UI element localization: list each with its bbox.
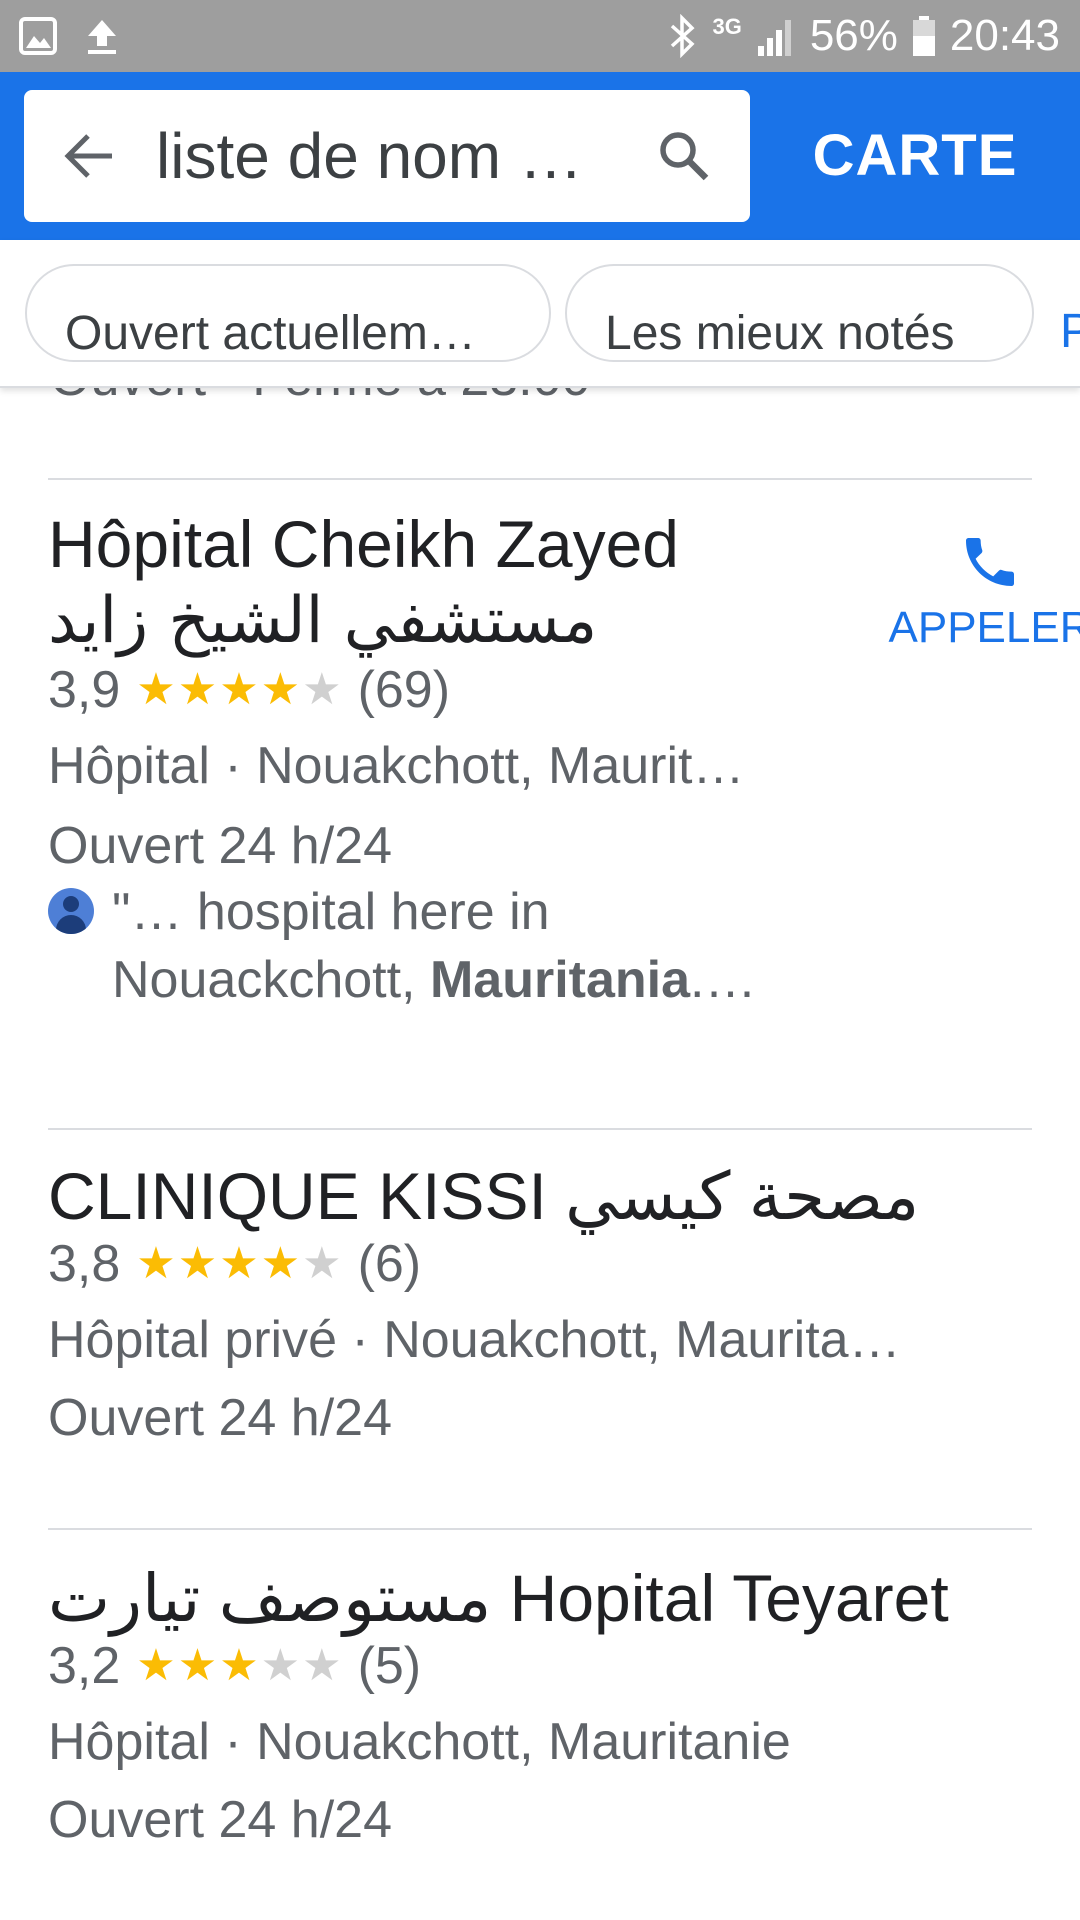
result-item[interactable]: مستوصف تيارت Hopital Teyaret 3,2 ★ ★ ★ ★ ★ (… bbox=[0, 1530, 1080, 1850]
result-details: Hôpital · Nouakchott, Mauritanie bbox=[48, 1713, 791, 1771]
filter-chip-top-rated[interactable]: Les mieux notés bbox=[565, 264, 1034, 362]
search-box[interactable]: liste de nom … bbox=[24, 90, 750, 222]
result-title-arabic: مستشفي الشيخ زايد bbox=[48, 584, 598, 658]
star-filled-icon: ★ bbox=[219, 665, 259, 714]
star-filled-icon: ★ bbox=[260, 665, 301, 714]
result-rating: 3,9 ★ ★ ★ ★ ★ (69) bbox=[48, 660, 450, 720]
search-query[interactable]: liste de nom … bbox=[156, 90, 636, 222]
bluetooth-icon bbox=[671, 14, 695, 58]
call-button[interactable]: APPELER bbox=[880, 530, 1080, 653]
review-line-2: Nouackchott, bbox=[112, 951, 430, 1009]
clock: 20:43 bbox=[949, 11, 1060, 60]
result-rating: 3,8 ★ ★ ★ ★ ★ (6) bbox=[48, 1234, 421, 1294]
phone-icon bbox=[966, 538, 1014, 586]
review-highlight: Mauritania bbox=[429, 951, 691, 1009]
star-filled-icon: ★ bbox=[136, 1641, 176, 1690]
reviewer-avatar-icon bbox=[48, 888, 94, 934]
network-type-label: 3G bbox=[712, 14, 742, 39]
map-button[interactable]: CARTE bbox=[800, 72, 1030, 240]
star-empty-icon: ★ bbox=[260, 1641, 301, 1690]
result-item[interactable]: CLINIQUE KISSI مصحة كيسي 3,8 ★ ★ ★ ★ ★ (6) H… bbox=[0, 1130, 1080, 1448]
review-line-1: "… hospital here in bbox=[112, 883, 550, 941]
review-snippet-text: "… hospital here in Nouackchott, Maurita… bbox=[112, 878, 1012, 1014]
review-count: (69) bbox=[357, 661, 451, 719]
result-hours: Ouvert 24 h/24 bbox=[48, 1791, 392, 1849]
result-details: Hôpital · Nouakchott, Maurit… bbox=[48, 737, 745, 795]
star-filled-icon: ★ bbox=[177, 665, 218, 714]
review-count: (6) bbox=[357, 1235, 422, 1293]
status-bar-left bbox=[18, 16, 120, 56]
rating-value: 3,2 bbox=[48, 1637, 121, 1695]
star-filled-icon: ★ bbox=[177, 1239, 218, 1288]
result-hours: Ouvert 24 h/24 bbox=[48, 1389, 392, 1447]
filter-chip-row: Ouvert actuellem… Les mieux notés P bbox=[0, 240, 1080, 388]
star-filled-icon: ★ bbox=[219, 1239, 259, 1288]
star-empty-icon: ★ bbox=[302, 1641, 342, 1690]
result-title: CLINIQUE KISSI مصحة كيسي bbox=[48, 1159, 920, 1233]
star-rating: ★ ★ ★ ★ ★ bbox=[136, 1242, 341, 1286]
star-filled-icon: ★ bbox=[260, 1239, 301, 1288]
star-rating: ★ ★ ★ ★ ★ bbox=[136, 668, 341, 712]
partial-result-hours: Ouvert · Ferme à 23:00 bbox=[50, 386, 1080, 408]
star-empty-icon: ★ bbox=[302, 665, 342, 714]
back-arrow-icon[interactable] bbox=[60, 126, 120, 186]
result-hours: Ouvert 24 h/24 bbox=[48, 817, 392, 875]
upload-notification-icon bbox=[88, 20, 116, 54]
rating-value: 3,9 bbox=[48, 661, 121, 719]
results-list: Ouvert · Ferme à 23:00 Hôpital Cheikh Za… bbox=[0, 386, 1080, 1920]
gallery-notification-icon bbox=[19, 17, 57, 55]
app-bar: liste de nom … CARTE bbox=[0, 72, 1080, 240]
result-title: مستوصف تيارت Hopital Teyaret bbox=[48, 1561, 949, 1635]
star-filled-icon: ★ bbox=[136, 1239, 176, 1288]
search-icon[interactable] bbox=[654, 126, 714, 186]
review-snippet: "… hospital here in Nouackchott, Maurita… bbox=[48, 878, 1012, 1014]
call-button-label: APPELER bbox=[888, 603, 1080, 652]
filter-chip-partial[interactable]: P bbox=[1060, 264, 1080, 362]
battery-percent: 56% bbox=[809, 11, 898, 60]
star-filled-icon: ★ bbox=[219, 1641, 259, 1690]
rating-value: 3,8 bbox=[48, 1235, 121, 1293]
star-filled-icon: ★ bbox=[136, 665, 176, 714]
filter-chip-open-now[interactable]: Ouvert actuellem… bbox=[25, 264, 551, 362]
review-ellipsis: .… bbox=[690, 951, 757, 1009]
result-rating: 3,2 ★ ★ ★ ★ ★ (5) bbox=[48, 1636, 421, 1696]
star-filled-icon: ★ bbox=[177, 1641, 218, 1690]
star-rating: ★ ★ ★ ★ ★ bbox=[136, 1644, 341, 1688]
signal-icon bbox=[757, 20, 791, 56]
status-bar-right: 3G 56% 20:43 bbox=[668, 8, 1060, 64]
battery-icon bbox=[912, 16, 935, 56]
result-details: Hôpital privé · Nouakchott, Maurita… bbox=[48, 1311, 901, 1369]
result-title: Hôpital Cheikh Zayed bbox=[48, 507, 679, 581]
star-empty-icon: ★ bbox=[302, 1239, 342, 1288]
status-bar: 3G 56% 20:43 bbox=[0, 0, 1080, 72]
review-count: (5) bbox=[357, 1637, 422, 1695]
